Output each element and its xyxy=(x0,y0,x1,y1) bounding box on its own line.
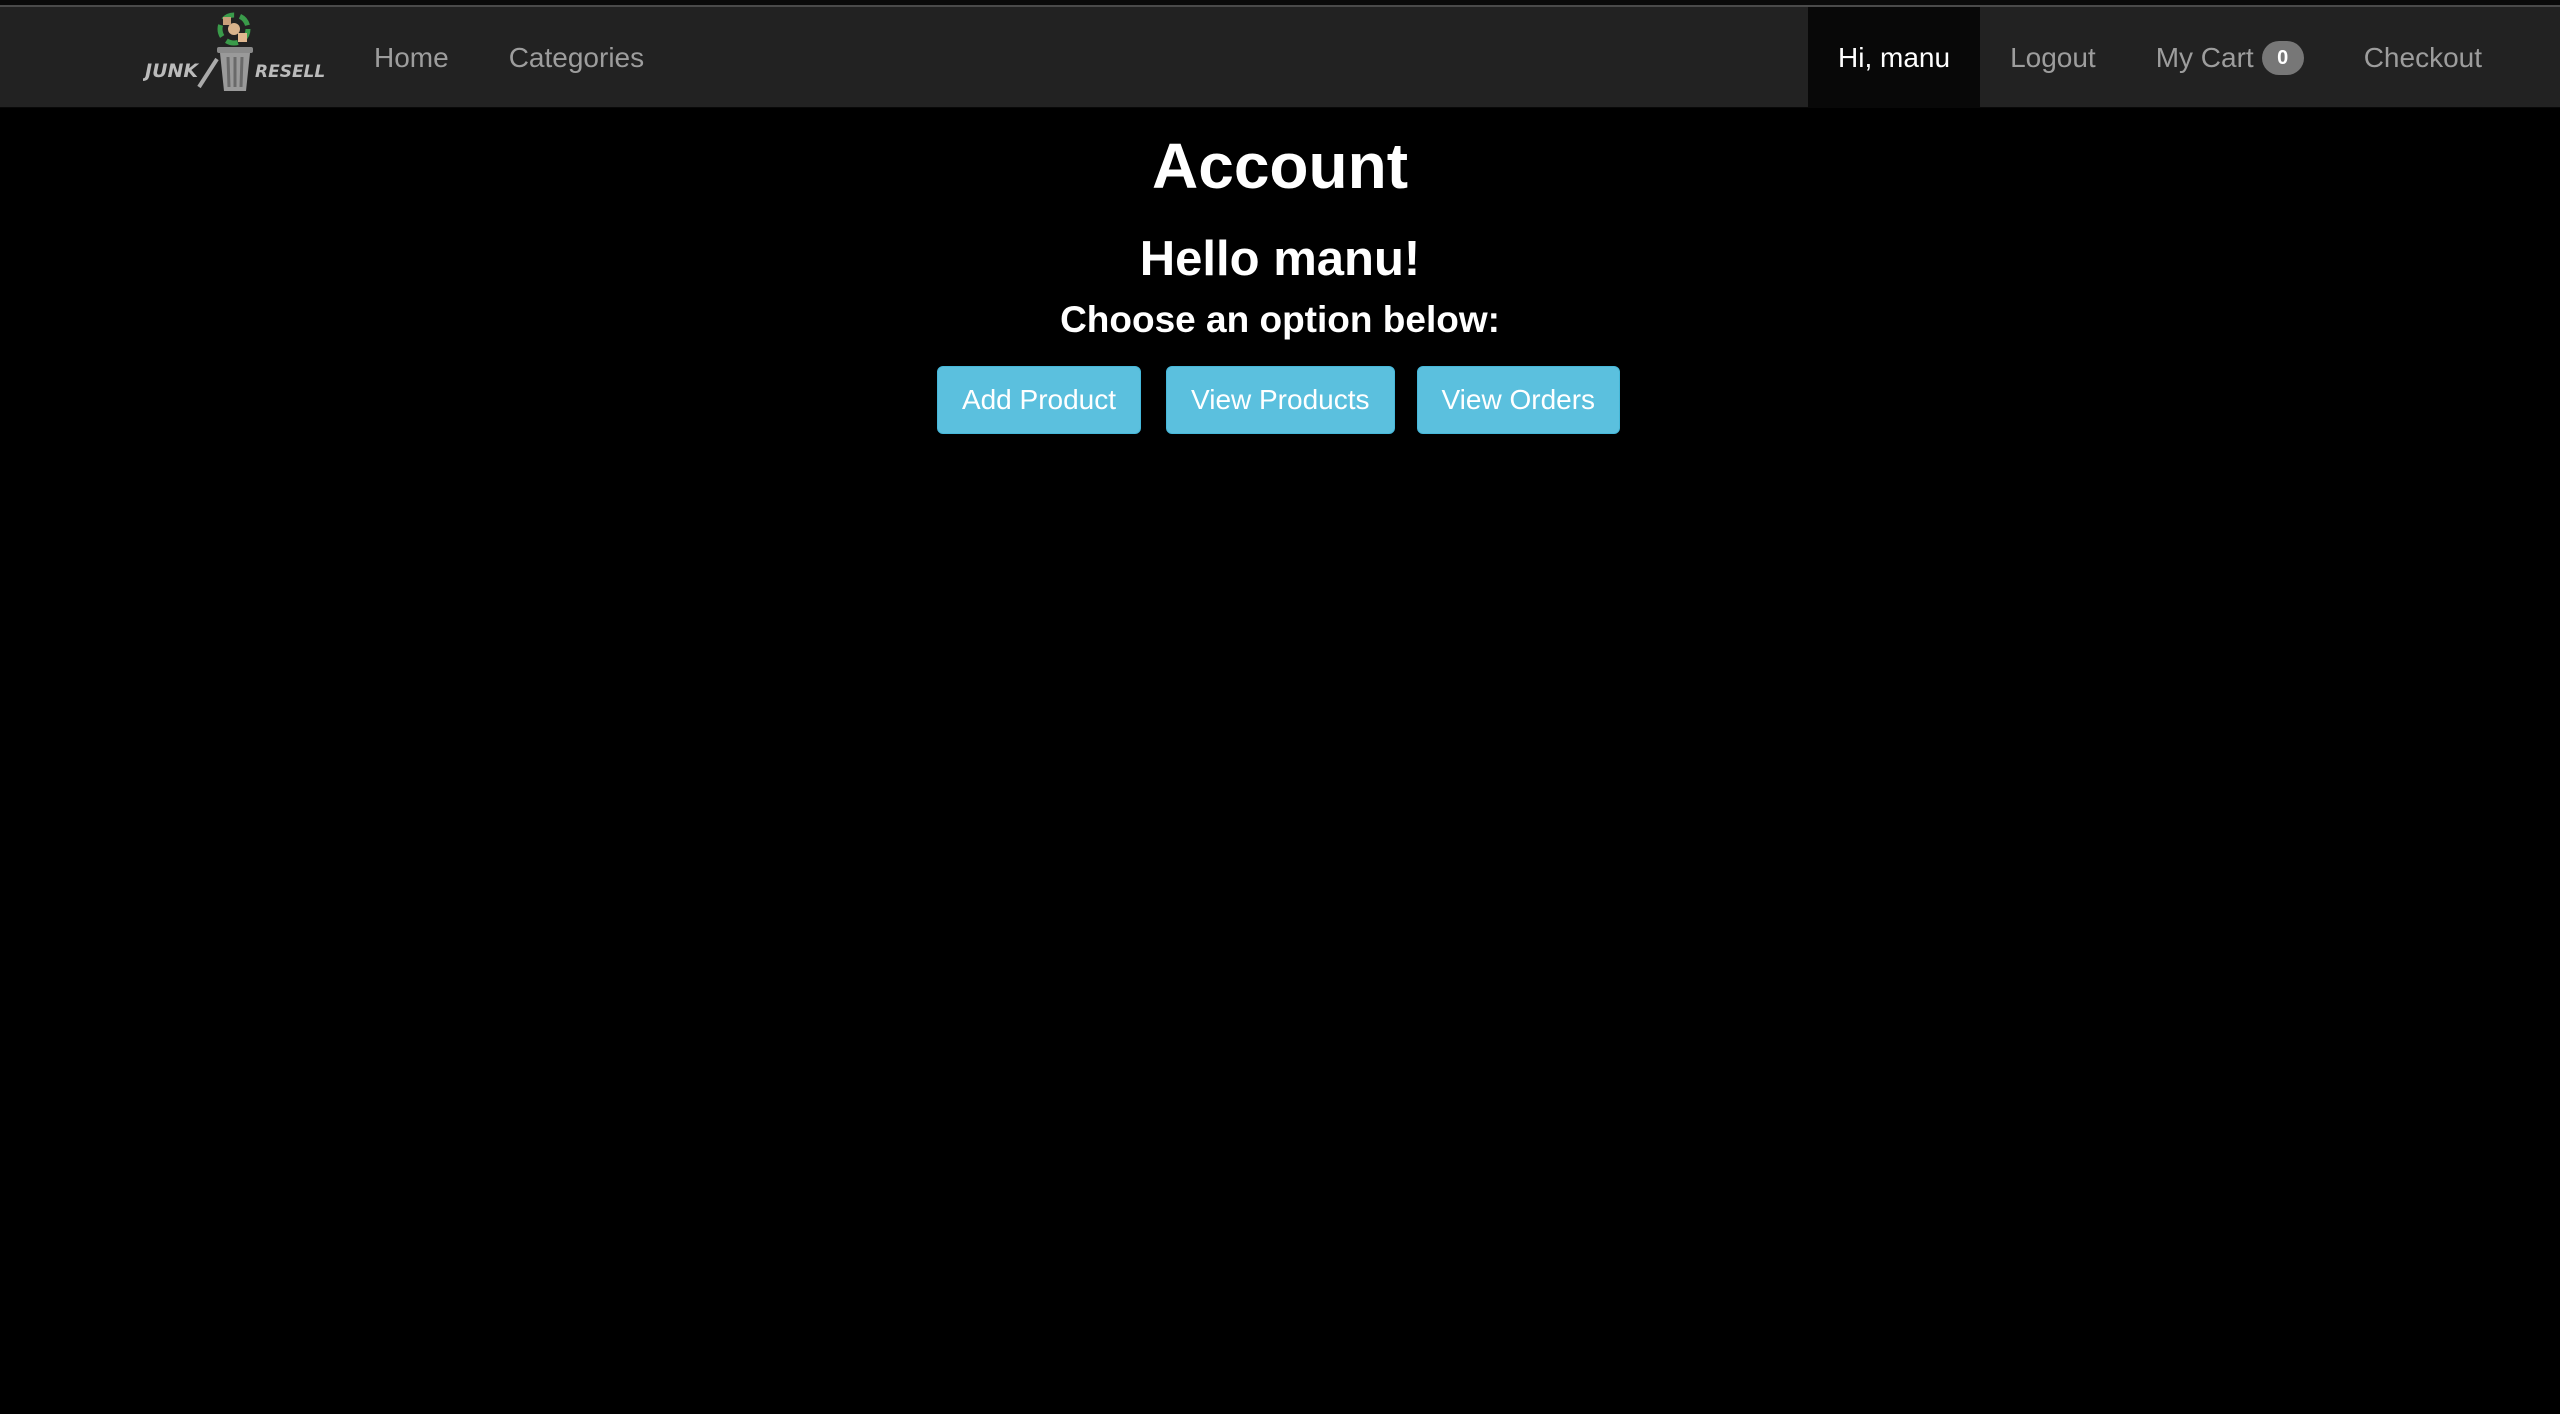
account-content: Account Hello manu! Choose an option bel… xyxy=(0,108,2560,434)
brand-logo[interactable]: JUNK RESELL xyxy=(141,7,325,97)
hello-heading: Hello manu! xyxy=(1139,232,1421,286)
nav-left: Home Categories xyxy=(344,7,674,108)
nav-home-link[interactable]: Home xyxy=(344,7,479,108)
cart-count-badge: 0 xyxy=(2261,40,2304,75)
view-orders-button[interactable]: View Orders xyxy=(1416,366,1621,434)
window-top-border xyxy=(0,0,2560,7)
cart-label: My Cart xyxy=(2155,42,2254,73)
add-product-button[interactable]: Add Product xyxy=(936,366,1142,434)
nav-cart-link[interactable]: My Cart 0 xyxy=(2126,7,2334,108)
nav-checkout-link[interactable]: Checkout xyxy=(2334,7,2512,108)
view-products-button[interactable]: View Products xyxy=(1166,366,1395,434)
logo-text-left: JUNK xyxy=(143,60,199,82)
logo-text-right: RESELL xyxy=(255,62,325,82)
choose-option-prompt: Choose an option below: xyxy=(1060,299,1500,340)
nav-right: Hi, manu Logout My Cart 0 Checkout xyxy=(1808,7,2512,108)
junk-resell-logo-icon: JUNK RESELL xyxy=(141,12,325,91)
account-action-buttons: Add Product View Products View Orders xyxy=(0,366,2560,434)
page-title: Account xyxy=(1152,130,1408,202)
navbar: JUNK RESELL Home Categories Hi, manu Log… xyxy=(0,7,2560,108)
nav-user-greeting[interactable]: Hi, manu xyxy=(1808,7,1981,108)
nav-logout-link[interactable]: Logout xyxy=(1980,7,2126,108)
nav-categories-link[interactable]: Categories xyxy=(479,7,674,108)
